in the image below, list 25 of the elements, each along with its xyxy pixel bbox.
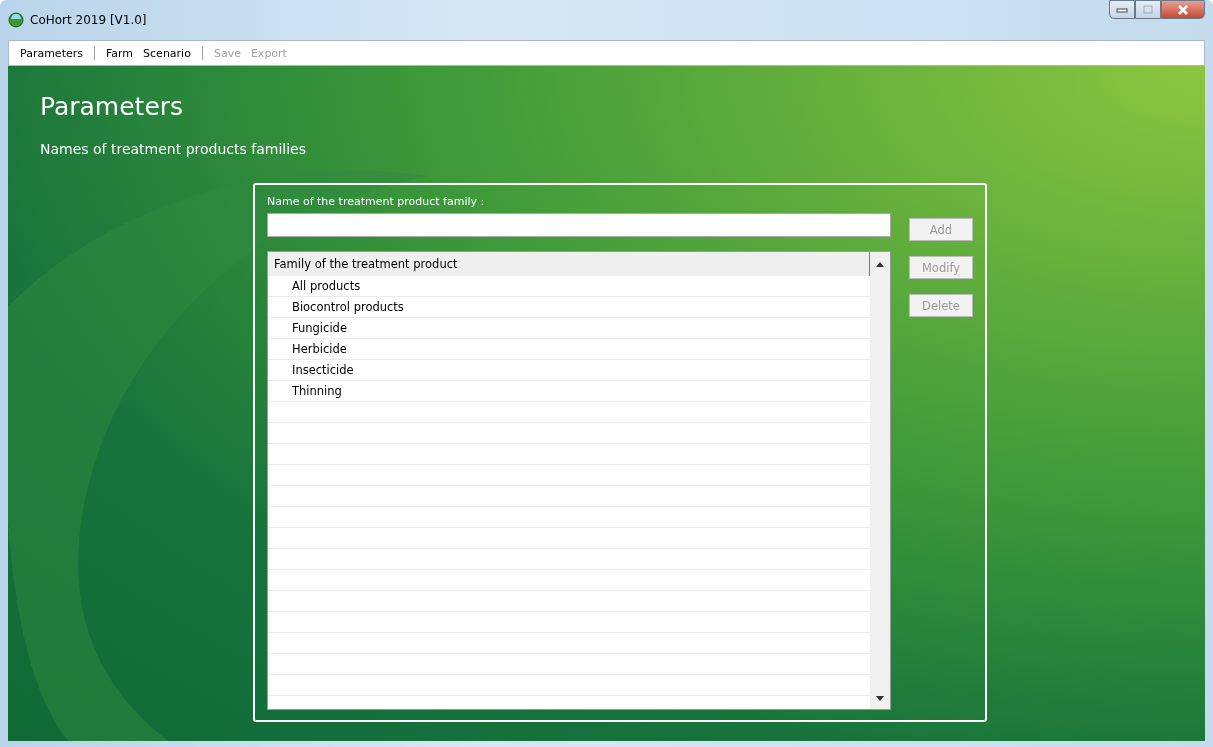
minimize-button[interactable] bbox=[1109, 0, 1135, 19]
list-row[interactable]: Insecticide bbox=[268, 360, 870, 381]
menu-item[interactable]: Scenario bbox=[138, 46, 196, 60]
list-row[interactable]: All products bbox=[268, 276, 870, 297]
field-label: Name of the treatment product family : bbox=[267, 195, 486, 210]
maximize-button[interactable] bbox=[1135, 0, 1161, 19]
list-row[interactable]: Biocontrol products bbox=[268, 297, 870, 318]
app-logo-icon bbox=[8, 12, 24, 28]
scroll-down-icon bbox=[876, 696, 884, 701]
list-row[interactable]: Herbicide bbox=[268, 339, 870, 360]
column-header[interactable]: Family of the treatment product bbox=[268, 252, 870, 276]
minimize-icon bbox=[1116, 6, 1128, 13]
maximize-icon bbox=[1142, 4, 1154, 15]
scroll-up-icon bbox=[876, 262, 884, 267]
list-row[interactable]: Thinning bbox=[268, 381, 870, 402]
list-row[interactable]: Fungicide bbox=[268, 318, 870, 339]
close-icon bbox=[1177, 4, 1189, 15]
page-subtitle: Names of treatment products families bbox=[40, 141, 307, 157]
window-title: CoHort 2019 [V1.0] bbox=[30, 13, 147, 27]
name-input-field[interactable] bbox=[267, 213, 891, 237]
scrollbar[interactable] bbox=[870, 252, 890, 709]
menu-item[interactable]: Parameters bbox=[15, 46, 88, 60]
close-button[interactable] bbox=[1161, 0, 1205, 19]
menu-item[interactable]: Farm bbox=[100, 46, 139, 60]
page-title: Parameters bbox=[40, 92, 185, 121]
